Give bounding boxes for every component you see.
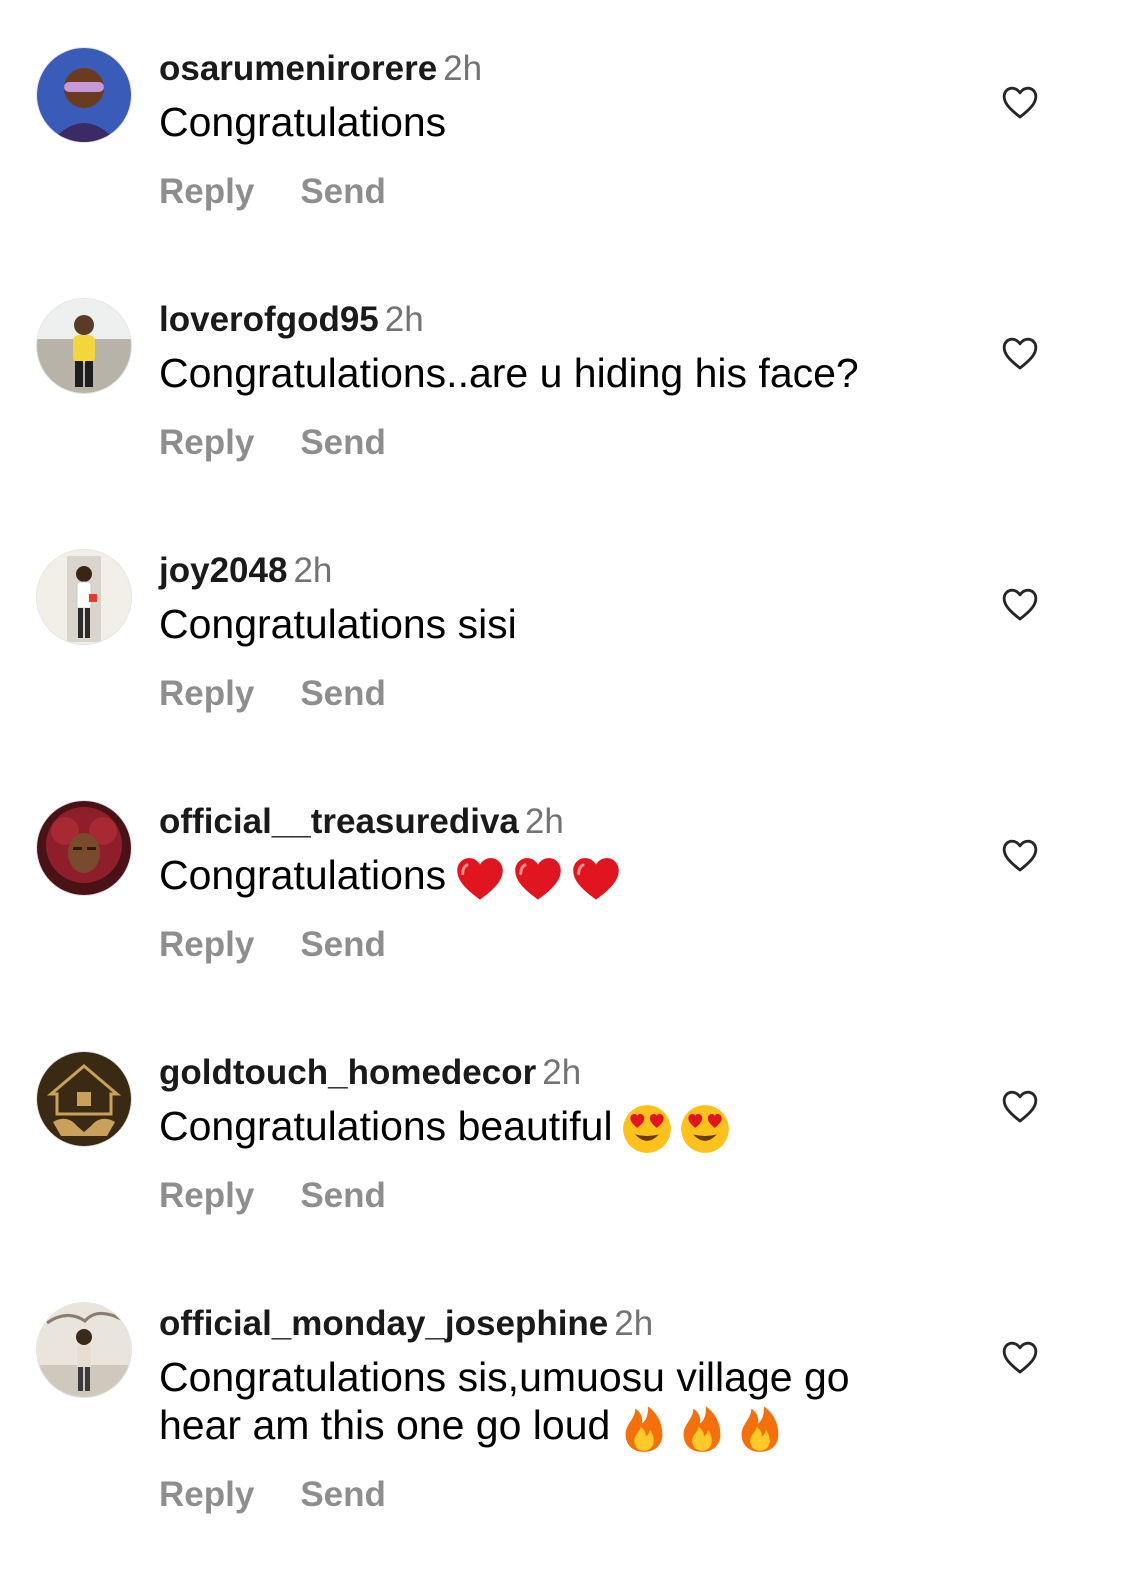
heart-eyes-icon	[621, 1103, 673, 1155]
comment-meta: goldtouch_homedecor 2h	[159, 1052, 581, 1094]
red-heart-icon	[570, 852, 622, 904]
comment-text: Congratulations	[159, 851, 919, 904]
comment-actions: Reply Send	[159, 1475, 432, 1515]
send-button[interactable]: Send	[300, 1475, 386, 1514]
emoji-group	[454, 852, 622, 904]
comment-text: Congratulations sisi	[159, 600, 919, 648]
red-heart-icon	[512, 852, 564, 904]
fire-icon	[618, 1402, 670, 1454]
comment-text: Congratulations sis,umuosu village go he…	[159, 1353, 899, 1454]
emoji-group	[618, 1402, 786, 1454]
timestamp: 2h	[614, 1304, 654, 1343]
send-button[interactable]: Send	[300, 925, 386, 964]
timestamp: 2h	[293, 551, 333, 590]
comment-body: Congratulations	[159, 99, 447, 145]
timestamp: 2h	[524, 802, 564, 841]
comment-body: Congratulations..are u hiding his face?	[159, 350, 859, 396]
like-heart-icon[interactable]	[1001, 335, 1039, 371]
reply-button[interactable]: Reply	[159, 1176, 254, 1215]
timestamp: 2h	[443, 49, 483, 88]
comment-body: Congratulations beautiful	[159, 1103, 613, 1149]
like-heart-icon[interactable]	[1001, 586, 1039, 622]
reply-button[interactable]: Reply	[159, 172, 254, 211]
comment-actions: Reply Send	[159, 423, 432, 463]
comment-meta: loverofgod95 2h	[159, 299, 424, 341]
username[interactable]: official_monday_josephine	[159, 1304, 608, 1343]
emoji-group	[621, 1103, 731, 1155]
avatar[interactable]	[37, 1303, 131, 1397]
reply-button[interactable]: Reply	[159, 423, 254, 462]
fire-icon	[676, 1402, 728, 1454]
avatar[interactable]	[37, 550, 131, 644]
comment-meta: osarumenirorere 2h	[159, 48, 482, 90]
comment-actions: Reply Send	[159, 1176, 432, 1216]
username[interactable]: goldtouch_homedecor	[159, 1053, 536, 1092]
avatar[interactable]	[37, 299, 131, 393]
reply-button[interactable]: Reply	[159, 925, 254, 964]
red-heart-icon	[454, 852, 506, 904]
timestamp: 2h	[542, 1053, 582, 1092]
reply-button[interactable]: Reply	[159, 1475, 254, 1514]
send-button[interactable]: Send	[300, 1176, 386, 1215]
heart-eyes-icon	[679, 1103, 731, 1155]
reply-button[interactable]: Reply	[159, 674, 254, 713]
username[interactable]: official__treasurediva	[159, 802, 519, 841]
like-heart-icon[interactable]	[1001, 837, 1039, 873]
comment-meta: official_monday_josephine 2h	[159, 1303, 653, 1345]
username[interactable]: osarumenirorere	[159, 49, 437, 88]
avatar[interactable]	[37, 48, 131, 142]
fire-icon	[734, 1402, 786, 1454]
send-button[interactable]: Send	[300, 674, 386, 713]
comment-actions: Reply Send	[159, 674, 432, 714]
username[interactable]: joy2048	[159, 551, 287, 590]
comment-body: Congratulations sisi	[159, 601, 517, 647]
comment-text: Congratulations	[159, 98, 919, 146]
like-heart-icon[interactable]	[1001, 1339, 1039, 1375]
timestamp: 2h	[384, 300, 424, 339]
send-button[interactable]: Send	[300, 172, 386, 211]
comment-meta: joy2048 2h	[159, 550, 332, 592]
comment-text: Congratulations..are u hiding his face?	[159, 349, 919, 397]
send-button[interactable]: Send	[300, 423, 386, 462]
comment-actions: Reply Send	[159, 925, 432, 965]
avatar[interactable]	[37, 801, 131, 895]
username[interactable]: loverofgod95	[159, 300, 379, 339]
avatar[interactable]	[37, 1052, 131, 1146]
comment-actions: Reply Send	[159, 172, 432, 212]
comment-body: Congratulations	[159, 852, 447, 898]
like-heart-icon[interactable]	[1001, 1088, 1039, 1124]
comment-meta: official__treasurediva 2h	[159, 801, 564, 843]
like-heart-icon[interactable]	[1001, 84, 1039, 120]
comment-text: Congratulations beautiful	[159, 1102, 919, 1155]
